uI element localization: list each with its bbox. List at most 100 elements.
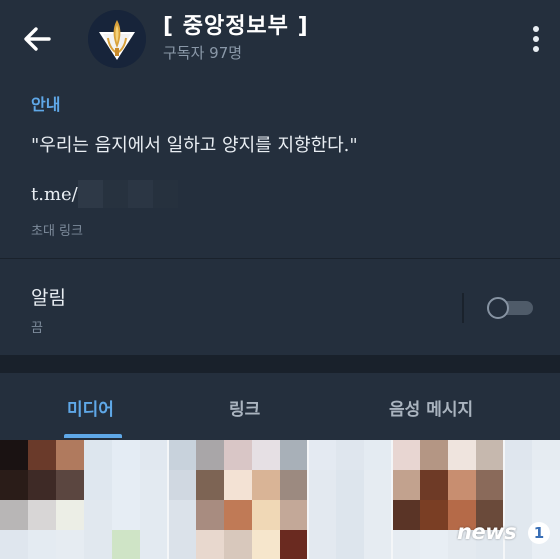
back-button[interactable] — [22, 25, 52, 53]
media-thumbnail-tile — [224, 470, 252, 500]
more-vertical-icon-dot — [533, 36, 539, 42]
media-thumbnail-tile — [0, 500, 28, 530]
media-thumbnail-tile — [476, 470, 504, 500]
media-thumbnail-tile — [532, 470, 560, 500]
media-thumbnail-tile — [420, 500, 448, 530]
media-thumbnail-gap — [167, 440, 169, 559]
media-thumbnail-tile — [364, 440, 392, 470]
media-thumbnail-tile — [168, 500, 196, 530]
media-thumbnail-tile — [308, 470, 336, 500]
media-thumbnail-tile — [112, 500, 140, 530]
news1-watermark-badge: 1 — [528, 522, 550, 544]
media-thumbnail-tile — [28, 500, 56, 530]
media-thumbnail-tile — [112, 530, 140, 559]
media-thumbnail-tile — [140, 530, 168, 559]
media-thumbnail-tile — [308, 530, 336, 559]
media-thumbnail-tile — [336, 500, 364, 530]
media-thumbnail-tile — [140, 500, 168, 530]
tab-media[interactable]: 미디어 — [67, 395, 114, 420]
media-thumbnail-tile — [196, 530, 224, 559]
media-thumbnail-tile — [532, 440, 560, 470]
news1-watermark: news — [457, 520, 517, 544]
media-thumbnail-tile — [336, 440, 364, 470]
media-thumbnail-tile — [252, 440, 280, 470]
media-thumbnail-tile — [224, 440, 252, 470]
media-thumbnail-tile — [28, 470, 56, 500]
media-thumbnail-tile — [364, 530, 392, 559]
media-thumbnail-tile — [196, 500, 224, 530]
media-thumbnail-tile — [84, 500, 112, 530]
media-thumbnail-tile — [196, 440, 224, 470]
tab-links[interactable]: 링크 — [229, 395, 260, 420]
invite-link-caption: 초대 링크 — [31, 224, 83, 239]
media-thumbnail-tile — [420, 470, 448, 500]
media-thumbnail-tile — [280, 440, 308, 470]
more-options-button[interactable] — [526, 26, 546, 52]
media-thumbnail-tile — [84, 440, 112, 470]
media-thumbnail-tile — [252, 500, 280, 530]
media-thumbnail-tile — [252, 470, 280, 500]
media-thumbnail-tile — [224, 500, 252, 530]
media-thumbnail-tile — [0, 440, 28, 470]
tab-voice-messages[interactable]: 음성 메시지 — [389, 395, 473, 420]
media-thumbnail-tile — [56, 530, 84, 559]
media-thumbnail-tile — [420, 440, 448, 470]
arrow-left-icon — [24, 27, 51, 51]
media-thumbnail-tile — [308, 500, 336, 530]
more-vertical-icon-dot — [533, 46, 539, 52]
notifications-toggle[interactable] — [487, 297, 535, 319]
media-thumbnail-tile — [112, 470, 140, 500]
media-thumbnail-tile — [364, 500, 392, 530]
media-thumbnail-tile — [196, 470, 224, 500]
media-thumbnail-tile — [56, 470, 84, 500]
channel-avatar[interactable] — [88, 10, 146, 68]
media-thumbnail-tile — [0, 530, 28, 559]
media-thumbnail-tile — [112, 440, 140, 470]
media-thumbnail-tile — [84, 530, 112, 559]
media-thumbnail-gap — [391, 440, 393, 559]
section-gap — [0, 355, 560, 373]
media-thumbnail-tile — [0, 470, 28, 500]
media-thumbnail-tile — [448, 440, 476, 470]
media-thumbnail-tile — [336, 530, 364, 559]
media-thumbnail-tile — [392, 530, 420, 559]
subscriber-count: 구독자 97명 — [163, 44, 243, 62]
media-thumbnail-tile — [392, 470, 420, 500]
media-thumbnail-tile — [168, 440, 196, 470]
media-thumbnail-tile — [280, 530, 308, 559]
media-thumbnail-tile — [420, 530, 448, 559]
channel-description: "우리는 음지에서 일하고 양지를 지향한다." — [31, 135, 358, 156]
media-thumbnail-tile — [504, 470, 532, 500]
media-thumbnail-tile — [56, 440, 84, 470]
media-thumbnail-tile — [280, 500, 308, 530]
notifications-label: 알림 — [31, 287, 66, 309]
media-thumbnail-tile — [448, 470, 476, 500]
media-thumbnail-tile — [336, 470, 364, 500]
media-thumbnail-tile — [280, 470, 308, 500]
invite-link[interactable]: t.me/ — [31, 184, 78, 205]
vertical-separator — [462, 293, 464, 323]
media-thumbnail-tile — [504, 440, 532, 470]
media-thumbnail-tile — [140, 470, 168, 500]
media-thumbnail-tile — [140, 440, 168, 470]
media-thumbnail-tile — [84, 470, 112, 500]
channel-emblem-icon — [88, 10, 146, 68]
shared-media-tabs: 미디어 링크 음성 메시지 — [0, 373, 560, 440]
media-thumbnail-tile — [28, 530, 56, 559]
info-section-label: 안내 — [31, 95, 61, 114]
media-thumbnail-tile — [56, 500, 84, 530]
redacted-link-mosaic — [78, 180, 178, 208]
channel-title: [ 중앙정보부 ] — [163, 14, 309, 39]
top-bar: [ 중앙정보부 ] 구독자 97명 — [0, 0, 560, 76]
notifications-state: 끔 — [31, 321, 43, 336]
toggle-knob — [487, 297, 509, 319]
active-tab-indicator — [64, 434, 122, 438]
notifications-row[interactable]: 알림 끔 — [0, 259, 560, 355]
media-thumbnail-tile — [224, 530, 252, 559]
media-thumbnail-tile — [392, 440, 420, 470]
media-thumbnail-tile — [28, 440, 56, 470]
media-thumbnail-tile — [476, 440, 504, 470]
info-section: 안내 "우리는 음지에서 일하고 양지를 지향한다." t.me/ 초대 링크 — [0, 76, 560, 258]
media-thumbnail-tile — [308, 440, 336, 470]
more-vertical-icon — [533, 26, 539, 32]
